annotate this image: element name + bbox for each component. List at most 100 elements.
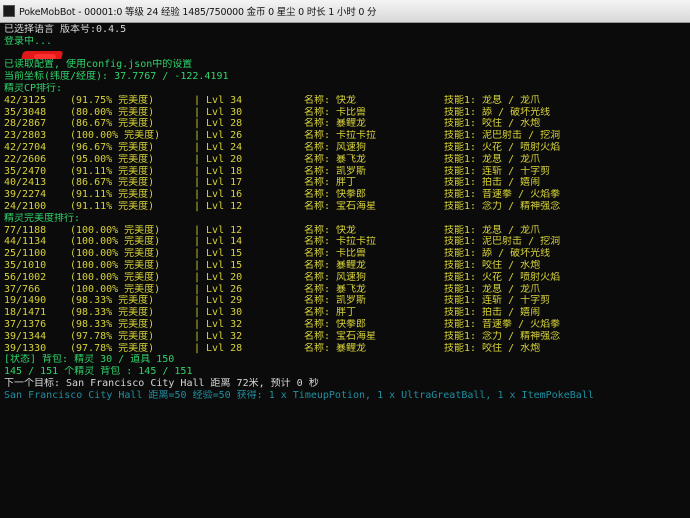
pokemon-level: | Lvl 26	[194, 283, 243, 295]
console-line: San Francisco City Hall 距离=50 经验=50 获得: …	[4, 389, 594, 401]
pokemon-level: | Lvl 30	[194, 106, 243, 118]
pokemon-moves: 技能1: 龙息 / 龙爪	[444, 94, 541, 106]
pokemon-cp: 42/2704	[4, 141, 47, 153]
pokemon-iv: (80.00% 完美度)	[70, 106, 155, 118]
console-app-icon	[3, 5, 15, 17]
pokemon-moves: 技能1: 念力 / 精神强念	[444, 330, 561, 342]
pokemon-name: 名称: 暴鲤龙	[304, 118, 367, 130]
pokemon-name: 名称: 卡比兽	[304, 106, 367, 118]
pokemon-cp: 35/3048	[4, 106, 47, 118]
pokemon-iv: (91.11% 完美度)	[70, 189, 155, 201]
pokemon-cp: 56/1002	[4, 271, 47, 283]
pokemon-cp: 77/1188	[4, 224, 47, 236]
console-line: 已读取配置, 使用config.json中的设置	[4, 59, 193, 71]
pokemon-row: 77/1188 (100.00% 完美度) | Lvl 12 名称: 快龙 技能1: 龙…	[4, 225, 690, 237]
pokemon-iv: (100.00% 完美度)	[70, 236, 161, 248]
pokemon-cp: 37/1376	[4, 318, 47, 330]
pokemon-name: 名称: 快拳郎	[304, 318, 367, 330]
pokemon-row: 28/2867 (86.67% 完美度) | Lvl 28 名称: 暴鲤龙 技能1: 咬…	[4, 118, 690, 130]
pokemon-cp: 25/1100	[4, 248, 47, 260]
pokemon-name: 名称: 卡拉卡拉	[304, 130, 377, 142]
console-header-lines: 已选择语言 版本号:0.4.5 登录中... 已读取配置, 使用config.jso…	[4, 24, 690, 95]
pokemon-moves: 技能1: 音速拳 / 火焰拳	[444, 318, 561, 330]
pokemon-cp: 18/1471	[4, 307, 47, 319]
pokemon-iv: (97.78% 完美度)	[70, 330, 155, 342]
pokemon-level: | Lvl 20	[194, 271, 243, 283]
pokemon-row: 35/2470 (91.11% 完美度) | Lvl 18 名称: 凯罗斯 技能1: 连…	[4, 166, 690, 178]
pokemon-row: 19/1490 (98.33% 完美度) | Lvl 29 名称: 凯罗斯 技能1: 连…	[4, 295, 690, 307]
pokemon-level: | Lvl 20	[194, 153, 243, 165]
pokemon-moves: 技能1: 拍击 / 嬉闹	[444, 177, 541, 189]
pokemon-name: 名称: 风速狗	[304, 141, 367, 153]
pokemon-cp: 22/2606	[4, 153, 47, 165]
pokemon-moves: 技能1: 火花 / 喷射火焰	[444, 271, 561, 283]
pokemon-moves: 技能1: 舔 / 破坏光线	[444, 248, 551, 260]
pokemon-row: 44/1134 (100.00% 完美度) | Lvl 14 名称: 卡拉卡拉 技能1:…	[4, 236, 690, 248]
pokemon-name: 名称: 风速狗	[304, 271, 367, 283]
pokemon-name: 名称: 胖丁	[304, 307, 357, 319]
console-output: 已选择语言 版本号:0.4.5 登录中... 已读取配置, 使用config.jso…	[0, 24, 690, 518]
pokemon-level: | Lvl 28	[194, 118, 243, 130]
pokemon-name: 名称: 宝石海星	[304, 200, 377, 212]
pokemon-cp: 39/1344	[4, 330, 47, 342]
cp-ranking-list: 42/3125 (91.75% 完美度) | Lvl 34 名称: 快龙 技能1: 龙息…	[4, 95, 690, 213]
window-title-bar[interactable]: PokeMobBot - 00001:0 等级 24 经验 1485/75000…	[0, 0, 690, 23]
pokemon-level: | Lvl 30	[194, 307, 243, 319]
pokemon-level: | Lvl 17	[194, 177, 243, 189]
pokemon-level: | Lvl 12	[194, 224, 243, 236]
pokemon-cp: 39/1330	[4, 342, 47, 354]
pokemon-iv: (97.78% 完美度)	[70, 342, 155, 354]
pokemon-level: | Lvl 32	[194, 330, 243, 342]
pokemon-name: 名称: 暴飞龙	[304, 283, 367, 295]
pokemon-level: | Lvl 32	[194, 318, 243, 330]
pokemon-moves: 技能1: 咬住 / 水炮	[444, 342, 541, 354]
console-line: 已选择语言 版本号:0.4.5	[4, 24, 127, 35]
pokemon-name: 名称: 暴飞龙	[304, 153, 367, 165]
pokemon-iv: (86.67% 完美度)	[70, 177, 155, 189]
pokemon-moves: 技能1: 龙息 / 龙爪	[444, 224, 541, 236]
pokemon-name: 名称: 快龙	[304, 94, 357, 106]
pokemon-cp: 19/1490	[4, 295, 47, 307]
pokemon-row: 18/1471 (98.33% 完美度) | Lvl 30 名称: 胖丁 技能1: 拍击…	[4, 307, 690, 319]
pokemon-cp: 44/1134	[4, 236, 47, 248]
window-title: PokeMobBot - 00001:0 等级 24 经验 1485/75000…	[19, 7, 377, 18]
pokemon-name: 名称: 快龙	[304, 224, 357, 236]
console-footer-lines: [状态] 背包: 精灵 30 / 道具 150 145 / 151 个精灵 背包 …	[4, 354, 690, 401]
pokemon-row: 39/1344 (97.78% 完美度) | Lvl 32 名称: 宝石海星 技能1: …	[4, 331, 690, 343]
pokemon-name: 名称: 宝石海星	[304, 330, 377, 342]
pokemon-row: 37/766 (100.00% 完美度) | Lvl 26 名称: 暴飞龙 技能1: 龙…	[4, 284, 690, 296]
pokemon-name: 名称: 卡比兽	[304, 248, 367, 260]
pokemon-moves: 技能1: 龙息 / 龙爪	[444, 153, 541, 165]
pokemon-row: 40/2413 (86.67% 完美度) | Lvl 17 名称: 胖丁 技能1: 拍击…	[4, 177, 690, 189]
pokemon-iv: (100.00% 完美度)	[70, 271, 161, 283]
pokemon-iv: (91.75% 完美度)	[70, 94, 155, 106]
pokemon-level: | Lvl 14	[194, 236, 243, 248]
pokemon-name: 名称: 暴鲤龙	[304, 342, 367, 354]
pokemon-moves: 技能1: 念力 / 精神强念	[444, 200, 561, 212]
pokemon-row: 35/3048 (80.00% 完美度) | Lvl 30 名称: 卡比兽 技能1: 舔…	[4, 107, 690, 119]
pokemon-level: | Lvl 29	[194, 295, 243, 307]
pokemon-cp: 28/2867	[4, 118, 47, 130]
iv-ranking-heading: 精灵完美度排行:	[4, 212, 81, 224]
iv-ranking-list: 77/1188 (100.00% 完美度) | Lvl 12 名称: 快龙 技能1: 龙…	[4, 225, 690, 355]
console-line: 登录中...	[4, 35, 53, 47]
pokemon-name: 名称: 凯罗斯	[304, 295, 367, 307]
pokemon-iv: (86.67% 完美度)	[70, 118, 155, 130]
pokemon-name: 名称: 胖丁	[304, 177, 357, 189]
pokemon-iv: (98.33% 完美度)	[70, 295, 155, 307]
pokemon-level: | Lvl 15	[194, 259, 243, 271]
pokemon-row: 39/2274 (91.11% 完美度) | Lvl 16 名称: 快拳郎 技能1: 音…	[4, 189, 690, 201]
pokemon-row: 42/2704 (96.67% 完美度) | Lvl 24 名称: 风速狗 技能1: 火…	[4, 142, 690, 154]
pokemon-iv: (100.00% 完美度)	[70, 283, 161, 295]
pokemon-cp: 37/766	[4, 283, 41, 295]
pokemon-moves: 技能1: 音速拳 / 火焰拳	[444, 189, 561, 201]
pokemon-level: | Lvl 28	[194, 342, 243, 354]
pokemon-moves: 技能1: 连斩 / 十字剪	[444, 165, 551, 177]
pokemon-row: 42/3125 (91.75% 完美度) | Lvl 34 名称: 快龙 技能1: 龙息…	[4, 95, 690, 107]
pokemon-moves: 技能1: 拍击 / 嬉闹	[444, 307, 541, 319]
pokemon-iv: (100.00% 完美度)	[70, 130, 161, 142]
pokemon-iv: (98.33% 完美度)	[70, 307, 155, 319]
pokemon-row: 22/2606 (95.00% 完美度) | Lvl 20 名称: 暴飞龙 技能1: 龙…	[4, 154, 690, 166]
pokemon-level: | Lvl 26	[194, 130, 243, 142]
console-line: 145 / 151 个精灵 背包 : 145 / 151	[4, 366, 193, 378]
